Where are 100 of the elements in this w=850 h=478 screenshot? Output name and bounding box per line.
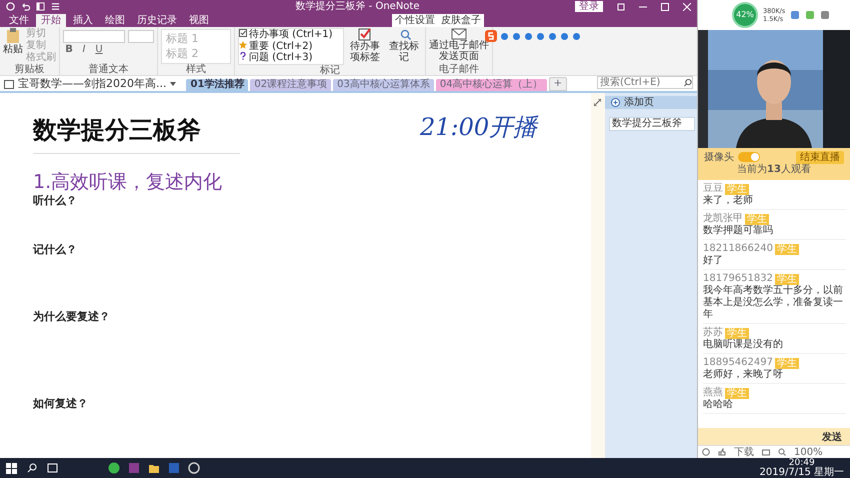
clock-date: 2019/7/15 星期一 [760, 468, 844, 478]
ime-tab[interactable]: 个性设置 [395, 14, 435, 27]
user-name: 豆豆 [703, 183, 723, 194]
login-button[interactable]: 登录 [575, 1, 603, 12]
role-badge: 学生 [775, 358, 799, 368]
menu-tab[interactable]: 插入 [68, 14, 98, 27]
close-icon[interactable] [683, 2, 691, 10]
user-name: 18179651832 [703, 273, 773, 284]
add-section-tab[interactable]: + [548, 77, 567, 91]
layout-icon[interactable] [36, 2, 45, 11]
window-title: 数学提分三板斧 - OneNote [294, 0, 420, 12]
add-page-button[interactable]: 添加页 [605, 96, 697, 109]
group-label: 普通文本 [88, 64, 130, 75]
page-title: 数学提分三板斧 [33, 115, 201, 145]
format-button[interactable]: I [78, 43, 90, 56]
chat-message: 好了 [703, 255, 724, 267]
page-item[interactable]: 数学提分三板斧 [609, 117, 695, 131]
list-icon[interactable] [51, 2, 60, 11]
email-page-button[interactable]: 通过电子邮件发送页面 [429, 28, 489, 64]
note-heading: 1.高效听课，复述内化 [33, 170, 224, 194]
chat-message: 老师好，来晚了呀 [703, 369, 784, 381]
tag-item[interactable]: 重要 (Ctrl+2) [239, 40, 343, 52]
star-icon [239, 40, 247, 48]
toolbar-icon[interactable] [820, 10, 830, 20]
chat-message: 数学押题可靠吗 [703, 225, 774, 237]
format-button[interactable]: U [93, 43, 105, 56]
app-icon[interactable] [188, 462, 200, 474]
group-label: 样式 [185, 64, 207, 75]
add-icon [611, 98, 620, 107]
toolbar-icon[interactable] [790, 10, 800, 20]
group-label: 电子邮件 [438, 64, 480, 75]
task-view-icon[interactable] [47, 463, 58, 473]
ime-tab[interactable]: 皮肤盒子 [441, 14, 481, 27]
search-field[interactable]: 搜索(Ctrl+E) [597, 76, 693, 89]
notebook-icon [4, 80, 14, 88]
role-badge: 学生 [725, 184, 749, 194]
font-size-field[interactable] [128, 30, 154, 43]
undo-icon[interactable] [21, 2, 30, 11]
toolbar-icon[interactable] [805, 10, 816, 20]
checkbox-icon [358, 28, 372, 41]
note-text: 听什么？ [33, 194, 78, 208]
chat-input[interactable] [698, 428, 814, 445]
role-badge: 学生 [725, 388, 749, 398]
zoom-level: 100% [794, 446, 823, 458]
font-field[interactable] [63, 30, 125, 43]
menu-tab[interactable]: 绘图 [100, 14, 130, 27]
chat-message: 电脑听课是没有的 [703, 339, 784, 351]
menu-tab[interactable]: 文件 [4, 14, 34, 27]
chat-message: 我今年高考数学五十多分，以前基本上是没怎么学，准备复读一年 [703, 285, 844, 321]
format-button[interactable]: B [63, 43, 75, 56]
usage-badge: 42% [732, 2, 758, 28]
todo-tag-button[interactable]: 待办事项标签 [347, 28, 383, 64]
paste-button[interactable]: 粘贴 [3, 28, 23, 64]
search-icon[interactable] [684, 78, 692, 87]
ime-logo-icon[interactable] [485, 30, 497, 42]
chat-message: 哈哈哈 [703, 399, 734, 411]
user-name: 燕燕 [703, 387, 723, 399]
search-icon[interactable] [27, 463, 37, 473]
expand-icon[interactable] [594, 99, 601, 106]
menu-tab[interactable]: 视图 [184, 14, 214, 27]
camera-toggle[interactable] [738, 152, 760, 162]
clipboard-icon [6, 28, 20, 44]
role-badge: 学生 [775, 274, 799, 284]
section-tab[interactable]: 01学法推荐 [186, 79, 248, 91]
group-label: 标记 [319, 64, 341, 76]
viewer-count: 当前为13人观看 [737, 164, 811, 176]
note-text: 记什么？ [33, 243, 78, 257]
handwritten-note: 21:00开播 [420, 112, 538, 143]
role-badge: 学生 [775, 244, 799, 254]
question-icon [239, 52, 247, 60]
user-name: 龙凯张甲 [703, 213, 743, 225]
role-badge: 学生 [725, 328, 749, 338]
zoom-icon[interactable] [778, 448, 786, 456]
menu-tab[interactable]: 开始 [36, 14, 66, 27]
role-badge: 学生 [745, 214, 769, 224]
find-tags-button[interactable]: 查找标记 [386, 28, 422, 64]
note-text: 如何复述？ [33, 397, 89, 411]
send-button[interactable]: 发送 [814, 428, 850, 445]
app-icon[interactable] [108, 462, 120, 474]
chat-message: 来了，老师 [703, 195, 754, 207]
download-button[interactable]: 下载 [734, 446, 754, 458]
group-label: 剪贴板 [14, 64, 46, 75]
maximize-icon[interactable] [661, 2, 669, 10]
camera-label: 摄像头 [704, 150, 734, 164]
user-name: 18211866240 [703, 243, 773, 255]
notebook-name[interactable]: 宝哥数学——剑指2020年高... [4, 77, 176, 91]
menu-tab[interactable]: 历史记录 [132, 14, 182, 27]
note-text: 为什么要复述？ [33, 310, 111, 324]
like-icon[interactable] [718, 448, 726, 456]
tag-item[interactable]: 问题 (Ctrl+3) [239, 52, 343, 64]
user-name: 18895462497 [703, 357, 773, 368]
clock-time: 20:49 [788, 458, 815, 468]
tag-item[interactable]: 待办事项 (Ctrl+1) [239, 29, 343, 40]
checkbox-icon [239, 29, 247, 37]
user-name: 苏苏 [703, 327, 723, 338]
restore-icon[interactable] [617, 2, 625, 10]
emoji-icon[interactable] [702, 448, 710, 456]
windows-icon[interactable] [6, 462, 17, 474]
caret-icon[interactable] [170, 82, 176, 86]
end-live-button[interactable]: 结束直播 [796, 150, 844, 164]
